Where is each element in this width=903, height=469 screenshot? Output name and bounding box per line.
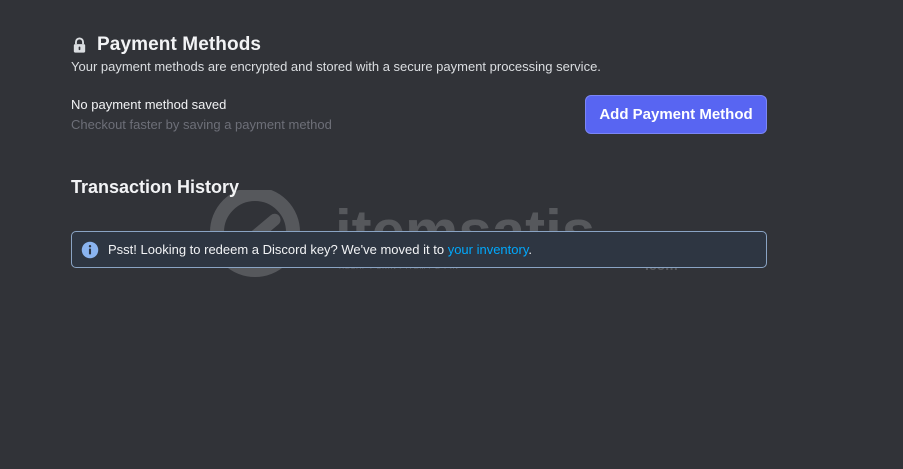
redeem-key-notice: Psst! Looking to redeem a Discord key? W… <box>71 231 767 268</box>
notice-text-before: Psst! Looking to redeem a Discord key? W… <box>108 242 448 257</box>
lock-icon <box>73 37 86 53</box>
transaction-history-title: Transaction History <box>71 177 240 197</box>
notice-text: Psst! Looking to redeem a Discord key? W… <box>108 242 532 257</box>
notice-text-after: . <box>528 242 532 257</box>
payment-methods-subtitle: Your payment methods are encrypted and s… <box>71 59 601 74</box>
payment-methods-title: Payment Methods <box>97 34 262 55</box>
payment-methods-header: Payment Methods <box>71 34 261 56</box>
your-inventory-link[interactable]: your inventory <box>448 242 529 257</box>
empty-state-title: No payment method saved <box>71 97 227 112</box>
info-icon <box>81 241 99 258</box>
empty-state-subtitle: Checkout faster by saving a payment meth… <box>71 117 332 132</box>
add-payment-method-button[interactable]: Add Payment Method <box>585 95 767 134</box>
billing-page: Payment Methods Your payment methods are… <box>0 0 903 469</box>
